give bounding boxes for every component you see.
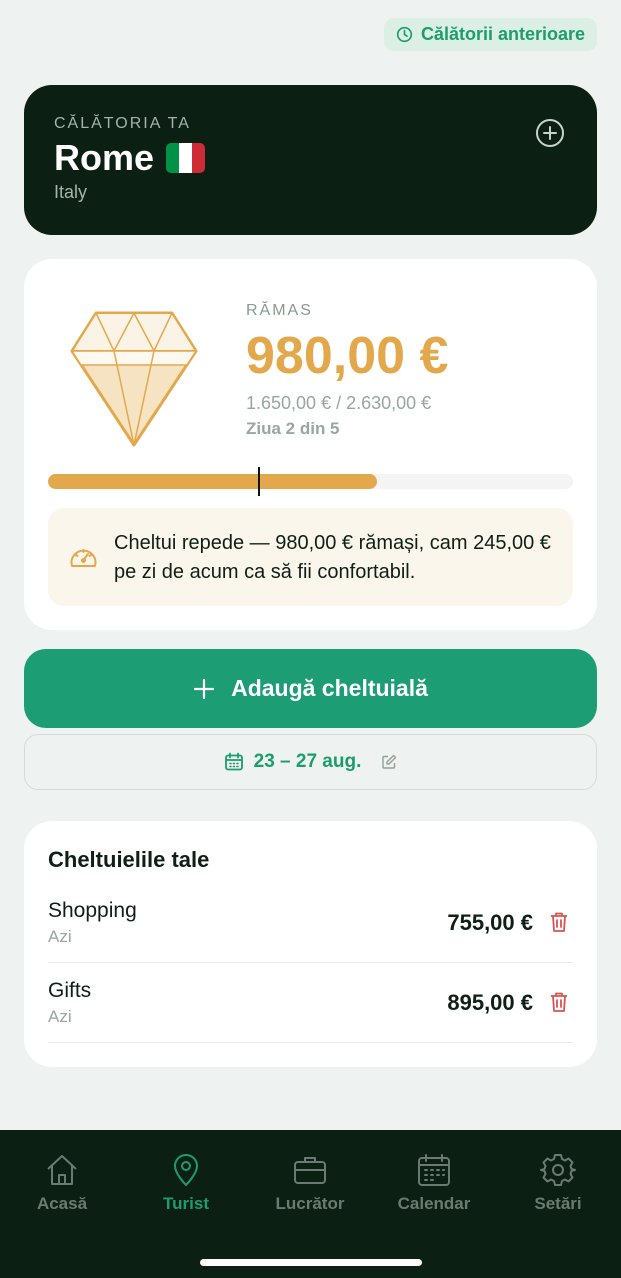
clock-icon bbox=[396, 26, 413, 43]
edit-icon bbox=[382, 754, 397, 769]
trip-label: CĂLĂTORIA TA bbox=[54, 115, 191, 132]
gear-icon bbox=[540, 1154, 576, 1186]
remaining-label: RĂMAS bbox=[246, 302, 313, 319]
tab-label: Setări bbox=[534, 1194, 582, 1213]
day-marker bbox=[258, 467, 260, 496]
speedometer-icon bbox=[70, 549, 97, 567]
expenses-card: Cheltuielile tale Shopping Azi 755,00 € … bbox=[24, 821, 597, 1067]
spending-tip: Cheltui repede — 980,00 € rămași, cam 24… bbox=[48, 508, 573, 606]
budget-progress-fill bbox=[48, 474, 378, 489]
tab-bar: Acasă Turist Lucrător Calendar Setări bbox=[0, 1130, 621, 1278]
expense-row[interactable]: Shopping Azi 755,00 € bbox=[48, 899, 573, 963]
tab-setari[interactable]: Setări bbox=[503, 1152, 613, 1214]
date-range-button[interactable]: 23 – 27 aug. bbox=[24, 734, 597, 790]
home-indicator bbox=[200, 1259, 422, 1266]
diamond-icon bbox=[70, 311, 198, 447]
briefcase-icon bbox=[294, 1157, 326, 1184]
italy-flag-icon bbox=[166, 143, 206, 173]
budget-card: RĂMAS 980,00 € 1.650,00 € / 2.630,00 € Z… bbox=[24, 259, 597, 630]
spent-of-total: 1.650,00 € / 2.630,00 € bbox=[246, 393, 432, 413]
expense-row[interactable]: Gifts Azi 895,00 € bbox=[48, 979, 573, 1043]
tab-label: Acasă bbox=[36, 1194, 88, 1213]
map-pin-icon bbox=[174, 1154, 198, 1186]
trash-icon[interactable] bbox=[549, 991, 569, 1013]
tab-acasa[interactable]: Acasă bbox=[7, 1152, 117, 1214]
trip-city: Rome bbox=[54, 137, 155, 178]
expenses-title: Cheltuielile tale bbox=[48, 847, 210, 872]
home-icon bbox=[47, 1155, 77, 1185]
tab-label: Lucrător bbox=[275, 1194, 345, 1213]
add-expense-button[interactable]: Adaugă cheltuială bbox=[24, 649, 597, 728]
budget-progress-bar bbox=[48, 467, 573, 496]
spending-tip-text: Cheltui repede — 980,00 € rămași, cam 24… bbox=[114, 532, 551, 583]
expense-name: Gifts bbox=[48, 979, 92, 1002]
trash-icon[interactable] bbox=[549, 911, 569, 933]
tab-label: Calendar bbox=[397, 1194, 471, 1213]
plus-icon bbox=[193, 678, 215, 699]
day-progress: Ziua 2 din 5 bbox=[246, 419, 340, 438]
expense-date: Azi bbox=[48, 927, 72, 946]
date-range-label: 23 – 27 aug. bbox=[253, 751, 362, 772]
remaining-value: 980,00 € bbox=[246, 327, 449, 385]
tab-calendar[interactable]: Calendar bbox=[379, 1152, 489, 1214]
tab-label: Turist bbox=[163, 1194, 209, 1213]
expense-amount: 755,00 € bbox=[447, 910, 533, 935]
previous-trips-label: Călătorii anterioare bbox=[420, 24, 585, 44]
calendar-icon bbox=[418, 1154, 450, 1186]
trip-card: CĂLĂTORIA TA Rome Italy bbox=[24, 85, 597, 235]
add-expense-label: Adaugă cheltuială bbox=[231, 675, 428, 701]
trip-country: Italy bbox=[54, 182, 88, 202]
tab-turist[interactable]: Turist bbox=[131, 1152, 241, 1214]
calendar-icon bbox=[224, 752, 243, 771]
add-trip-icon[interactable] bbox=[535, 118, 565, 148]
expense-name: Shopping bbox=[48, 899, 137, 922]
previous-trips-button[interactable]: Călătorii anterioare bbox=[383, 18, 597, 51]
expense-amount: 895,00 € bbox=[447, 990, 533, 1015]
trip-city-row: Rome bbox=[54, 137, 206, 179]
tab-lucrator[interactable]: Lucrător bbox=[255, 1152, 365, 1214]
expense-date: Azi bbox=[48, 1007, 72, 1026]
